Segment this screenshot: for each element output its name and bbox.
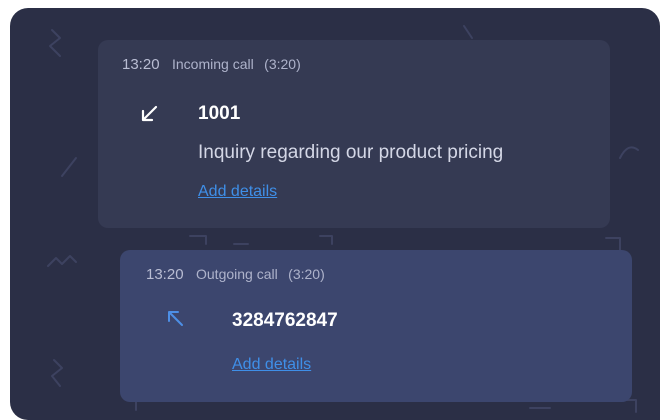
call-history-panel: 13:20 Incoming call (3:20) 1001 Inquiry … [10, 8, 660, 420]
call-duration: (3:20) [288, 266, 325, 282]
call-duration: (3:20) [264, 56, 301, 72]
add-details-link[interactable]: Add details [198, 183, 277, 201]
call-header: 13:20 Outgoing call (3:20) [146, 266, 325, 284]
caller-number: 1001 [198, 103, 241, 124]
add-details-link[interactable]: Add details [232, 356, 311, 374]
arrow-down-left-icon [138, 103, 160, 125]
call-time: 13:20 [122, 56, 160, 73]
call-type-label: Outgoing call [196, 266, 278, 282]
outgoing-call-card: 13:20 Outgoing call (3:20) 3284762847 Ad… [120, 250, 632, 402]
call-type-label: Incoming call [172, 56, 254, 72]
callee-number: 3284762847 [232, 310, 338, 331]
call-header: 13:20 Incoming call (3:20) [122, 56, 301, 74]
incoming-call-card: 13:20 Incoming call (3:20) 1001 Inquiry … [98, 40, 610, 228]
arrow-up-left-icon [164, 308, 186, 330]
call-time: 13:20 [146, 266, 184, 283]
call-note: Inquiry regarding our product pricing [198, 142, 504, 163]
